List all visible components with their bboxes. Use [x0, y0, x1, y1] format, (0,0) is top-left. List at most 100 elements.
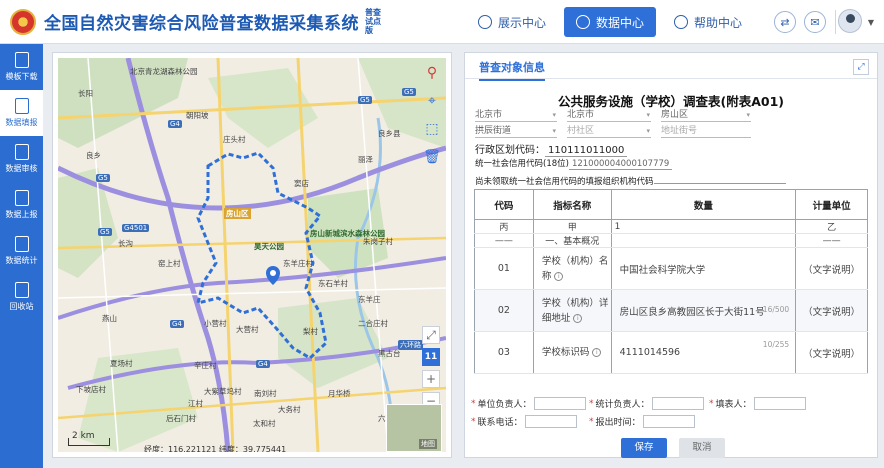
- fullscreen-icon[interactable]: ⤢: [422, 326, 440, 344]
- map-place-label: 辛庄村: [194, 361, 217, 370]
- road-shield-label: 六环路: [398, 340, 423, 350]
- marker-pin-icon[interactable]: ⚲: [423, 64, 441, 82]
- save-button[interactable]: 保存: [621, 438, 667, 458]
- section-row: —— 一、基本概况 ——: [474, 233, 868, 248]
- sidebar-item-data-entry[interactable]: 数据填报: [0, 90, 43, 136]
- message-icon[interactable]: ✉: [804, 11, 826, 33]
- row-value-input[interactable]: 房山区良乡高教园区长于大街11号 16/500: [610, 289, 797, 332]
- section-title: 一、基本概况: [532, 233, 612, 248]
- nav-label: 展示中心: [497, 15, 546, 30]
- row-unit: （文字说明）: [795, 247, 868, 290]
- select-value: 北京市: [475, 110, 503, 120]
- sidebar-item-recycle-bin[interactable]: 回收站: [0, 274, 43, 320]
- road-shield-label: G5: [98, 228, 112, 236]
- row-value-input[interactable]: 4111014596 10/255: [610, 331, 797, 374]
- admin-code-value[interactable]: 110111011000: [545, 145, 628, 157]
- sidebar-item-data-submit[interactable]: 数据上报: [0, 182, 43, 228]
- credit-code-line: 统一社会信用代码(18位) 121000004000107779: [475, 157, 673, 170]
- trash-icon[interactable]: 🗑: [423, 148, 441, 166]
- select-value: 北京市: [567, 110, 595, 120]
- table-cell: ——: [795, 233, 868, 248]
- admin-code-label: 行政区划代码：: [475, 145, 545, 156]
- row-label: 学校标识码 i: [532, 331, 612, 374]
- tab-bar: 普查对象信息 ⤢: [465, 53, 877, 81]
- sidebar-item-label: 回收站: [9, 302, 34, 311]
- zoom-in-button[interactable]: +: [422, 370, 440, 388]
- stat-leader-field: * 统计负责人：: [589, 397, 704, 410]
- switch-icon[interactable]: ⇄: [774, 11, 796, 33]
- nav-data-center[interactable]: 数据中心: [563, 7, 656, 37]
- user-avatar[interactable]: [838, 9, 862, 33]
- display-icon: [477, 15, 492, 29]
- select-area-icon[interactable]: ⬚: [423, 120, 441, 138]
- info-icon[interactable]: i: [573, 313, 583, 323]
- road-shield-label: G5: [358, 96, 372, 104]
- table-row: 02 学校（机构）详细地址 i 房山区良乡高教园区长于大街11号 16/500 （…: [474, 289, 868, 332]
- nav-help-center[interactable]: 帮助中心: [662, 7, 754, 37]
- char-counter: 10/255: [762, 340, 790, 349]
- street-select[interactable]: 拱辰街道 ▾: [475, 125, 557, 138]
- table-cell: [610, 233, 797, 248]
- table-cell: 丙: [474, 219, 534, 234]
- city-select[interactable]: 北京市 ▾: [567, 109, 651, 122]
- cancel-button[interactable]: 取消: [679, 438, 725, 458]
- map-canvas[interactable]: 北京青龙湖森林公园 长阳 朝阳坡 庄头村 丽泽 良乡 房山区 昊天公园 东羊庄村 小营村 大营村 燕山…: [58, 58, 446, 452]
- leader-field: * 单位负责人：: [471, 397, 586, 410]
- map-place-label: 长沟: [118, 239, 133, 248]
- map-place-label: 小营村: [204, 319, 227, 328]
- map-place-label: 江村: [188, 399, 203, 408]
- review-icon: [14, 144, 29, 160]
- district-select[interactable]: 房山区 ▾: [661, 109, 751, 122]
- org-code-input[interactable]: [653, 173, 786, 184]
- form-title: 公共服务设施（学校）调查表(附表A01): [558, 94, 784, 109]
- map-place-label: 良乡县: [378, 129, 401, 138]
- map-place-label: 太和村: [253, 419, 276, 428]
- title-badge: 普查 试点版: [365, 8, 381, 35]
- map-place-label: 东石羊村: [318, 279, 348, 288]
- map-place-label: 庄头村: [223, 135, 246, 144]
- expand-icon[interactable]: ⤢: [853, 59, 869, 75]
- chevron-down-icon: ▾: [552, 111, 556, 119]
- date-field: * 报出时间：: [589, 415, 695, 428]
- row-value-input[interactable]: 中国社会科学院大学: [610, 247, 797, 290]
- database-icon: [575, 15, 590, 29]
- map-place-label: 后石门村: [166, 414, 196, 423]
- chevron-down-icon[interactable]: ▼: [868, 18, 874, 27]
- leader-input[interactable]: [533, 397, 586, 410]
- row-label-text: 学校标识码: [541, 347, 590, 358]
- nav-display-center[interactable]: 展示中心: [466, 7, 558, 37]
- field-label: 联系电话：: [477, 418, 523, 428]
- document-icon: [14, 52, 29, 68]
- map-place-label: 北京青龙湖森林公园: [130, 67, 198, 76]
- community-select[interactable]: 村社区 ▾: [567, 125, 651, 138]
- input-placeholder: 地址街号: [661, 126, 698, 136]
- info-icon[interactable]: i: [592, 348, 602, 357]
- filler-input[interactable]: [753, 397, 806, 410]
- sidebar-item-data-review[interactable]: 数据审核: [0, 136, 43, 182]
- app-title: 全国自然灾害综合风险普查数据采集系统: [44, 14, 359, 34]
- stat-leader-input[interactable]: [651, 397, 704, 410]
- address-input[interactable]: 地址街号: [661, 125, 751, 138]
- map-place-label: 大务村: [278, 405, 301, 414]
- map-toolbar: ⚲ ⌖ ⬚ 🗑: [423, 64, 441, 166]
- header-divider: [835, 10, 836, 34]
- date-input[interactable]: [642, 415, 695, 428]
- credit-code-value[interactable]: 121000004000107779: [568, 159, 673, 170]
- map-place-label: 大紫草坞村: [204, 387, 242, 396]
- satellite-thumbnail[interactable]: 地图: [386, 404, 442, 452]
- row-value: 中国社会科学院大学: [619, 264, 706, 276]
- row-value: 房山区良乡高教园区长于大街11号: [619, 306, 765, 318]
- table-subheader-row: 丙 甲 1 乙: [474, 219, 868, 234]
- sidebar-item-data-statistics[interactable]: 数据统计: [0, 228, 43, 274]
- province-select[interactable]: 北京市 ▾: [475, 109, 557, 122]
- nav-label: 帮助中心: [693, 15, 742, 30]
- map-place-label: 朱岗子村: [363, 237, 393, 246]
- crosshair-icon[interactable]: ⌖: [423, 92, 441, 110]
- coordinate-readout: 经度：116.221121 纬度：39.775441: [144, 445, 287, 452]
- phone-input[interactable]: [524, 415, 577, 428]
- row-unit: （文字说明）: [795, 289, 868, 332]
- sidebar-item-template-download[interactable]: 模板下载: [0, 44, 43, 90]
- info-icon[interactable]: i: [554, 271, 564, 281]
- table-cell: 甲: [532, 219, 612, 234]
- tab-survey-object-info[interactable]: 普查对象信息: [479, 59, 545, 81]
